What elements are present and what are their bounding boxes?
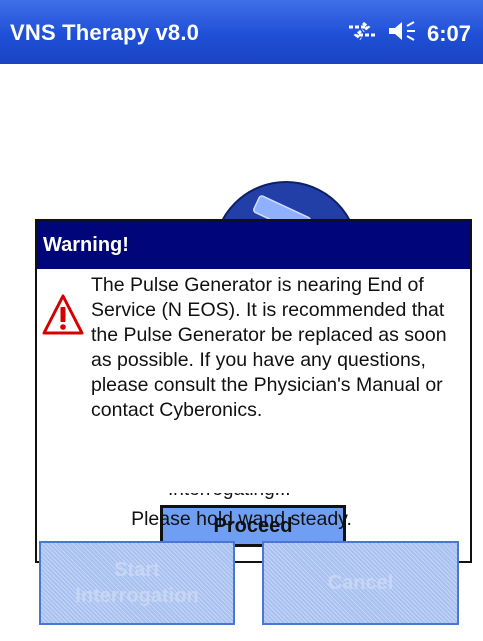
hold-wand-message: Please hold wand steady. [131,508,352,530]
system-tray: 6:07 [347,19,471,48]
connectivity-arrows-icon[interactable] [347,19,377,48]
speaker-volume-icon[interactable] [387,19,417,48]
warning-triangle-icon [41,293,85,342]
dialog-message: The Pulse Generator is nearing End of Se… [91,274,447,421]
interrogating-status-partial: Interrogating... [168,493,338,503]
cancel-button[interactable]: Cancel [262,541,459,625]
title-bar: VNS Therapy v8.0 6:07 [0,0,483,64]
interrogating-status-text: Interrogating... [168,493,291,501]
start-interrogation-button[interactable]: Start Interrogation [39,541,235,625]
start-button-label-line1: Start [114,559,160,581]
main-panel: Warning! The Pulse Generator is nearing … [0,64,483,641]
start-button-label-line2: Interrogation [75,585,199,607]
app-title: VNS Therapy v8.0 [10,20,200,45]
dialog-title: Warning! [37,221,470,269]
clock[interactable]: 6:07 [427,21,471,47]
